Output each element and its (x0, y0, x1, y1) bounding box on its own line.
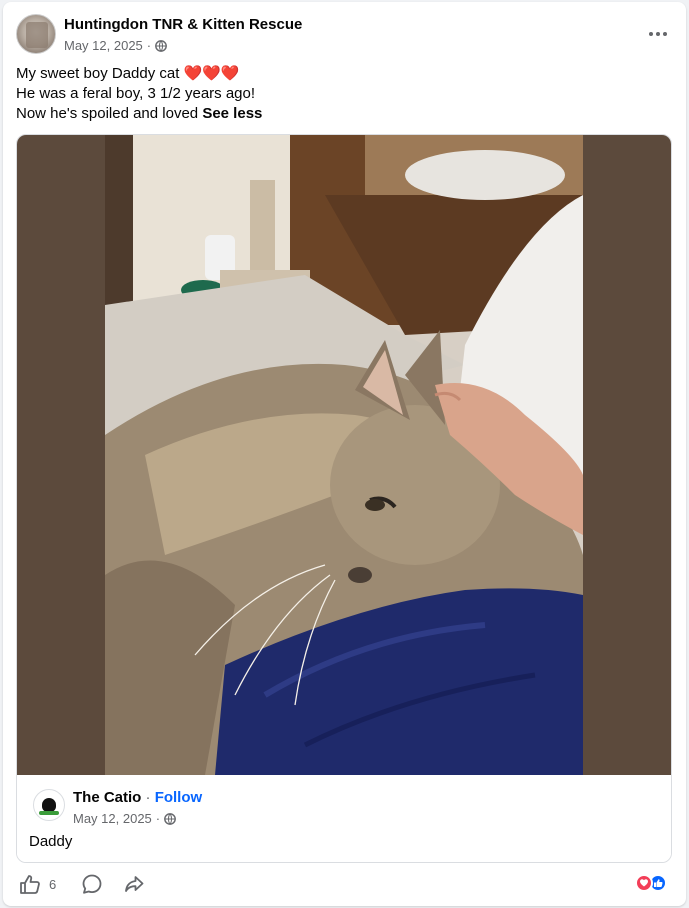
globe-icon (155, 39, 168, 52)
hearts-emoji: ❤️❤️❤️ (183, 65, 240, 82)
follow-button[interactable]: Follow (155, 789, 203, 806)
post-meta: May 12, 2025 · (64, 38, 168, 53)
share-icon (125, 876, 144, 892)
like-button[interactable]: 6 (19, 870, 56, 898)
page-avatar[interactable] (16, 14, 56, 54)
shared-meta-separator: · (155, 811, 161, 826)
post-line-3: Now he's spoiled and loved See less (16, 104, 262, 124)
meta-separator: · (146, 38, 152, 53)
see-less-link[interactable]: See less (202, 105, 262, 122)
page-name-link[interactable]: Huntingdon TNR & Kitten Rescue (64, 16, 302, 33)
post-line-2: He was a feral boy, 3 1/2 years ago! (16, 85, 256, 102)
love-reaction-icon (635, 874, 653, 892)
cat-photo[interactable] (105, 135, 583, 775)
post-date[interactable]: May 12, 2025 (64, 38, 143, 53)
shared-separator: · (145, 789, 151, 806)
reactions-summary[interactable] (635, 874, 667, 892)
grass-logo-icon (39, 811, 59, 815)
post-line-3-text: Now he's spoiled and loved (16, 105, 203, 122)
cat-photo-illustration (105, 135, 583, 775)
shared-post[interactable]: The Catio · Follow May 12, 2025 · Daddy (16, 134, 672, 863)
more-dot (663, 32, 667, 36)
post-actions: 6 (19, 870, 679, 898)
like-count[interactable]: 6 (49, 877, 56, 892)
shared-page-avatar[interactable] (33, 789, 65, 821)
shared-post-footer: The Catio · Follow May 12, 2025 · Daddy (17, 775, 671, 862)
comment-button[interactable] (81, 870, 103, 898)
shared-meta: May 12, 2025 · (73, 811, 177, 826)
cat-logo-icon (42, 798, 56, 812)
shared-date[interactable]: May 12, 2025 (73, 811, 152, 826)
post-line-1: My sweet boy Daddy cat ❤️❤️❤️ (16, 64, 262, 84)
shared-page-name: The Catio · Follow (73, 789, 202, 806)
shared-page-name-link[interactable]: The Catio (73, 789, 141, 806)
shared-caption: Daddy (29, 833, 73, 850)
like-icon (20, 875, 40, 894)
share-button[interactable] (123, 870, 145, 898)
post-card: Huntingdon TNR & Kitten Rescue May 12, 2… (3, 2, 686, 906)
more-dot (656, 32, 660, 36)
post-line-1-text: My sweet boy Daddy cat (16, 65, 184, 82)
photo-frame (17, 135, 671, 775)
post-header: Huntingdon TNR & Kitten Rescue May 12, 2… (16, 14, 674, 56)
more-options-icon (649, 32, 653, 36)
more-options-button[interactable] (644, 20, 672, 48)
globe-icon (164, 812, 177, 825)
comment-icon (82, 874, 102, 894)
post-text: My sweet boy Daddy cat ❤️❤️❤️ He was a f… (16, 64, 262, 124)
